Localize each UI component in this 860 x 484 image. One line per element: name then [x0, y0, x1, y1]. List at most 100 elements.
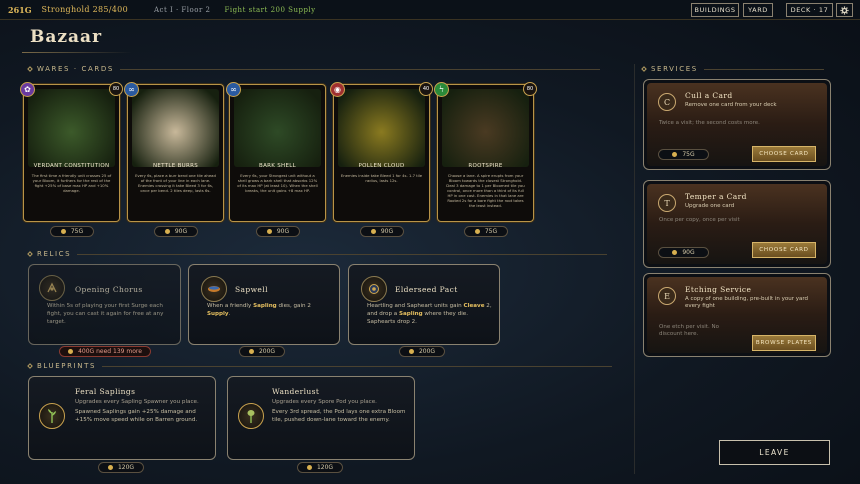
gear-icon[interactable] [836, 3, 853, 17]
coin-icon [306, 465, 312, 470]
wares-section-header: WARES · CARDS [27, 65, 600, 73]
blueprint-desc: Spawned Saplings gain +25% damage and +1… [75, 409, 198, 423]
section-rule [119, 68, 600, 70]
card-price: 75G [50, 226, 94, 237]
relics-section-header: RELICS [27, 250, 608, 258]
choose-card-button[interactable]: CHOOSE CARD [752, 242, 816, 258]
relic-desc: When a friendly Sapling dies, gain 2 Sup… [207, 303, 311, 317]
blueprint-desc: Every 3rd spread, the Pod lays one extra… [272, 409, 406, 423]
card-name: POLLEN CLOUD [358, 163, 405, 169]
relic-name: Opening Chorus [75, 285, 143, 294]
relic-price: 400G need 139 more [59, 346, 151, 357]
buildings-button[interactable]: BUILDINGS [691, 3, 739, 17]
coin-icon [60, 229, 66, 234]
card-name: ROOTSPIRE [468, 163, 503, 169]
leave-button[interactable]: LEAVE [719, 440, 830, 465]
coin-icon [474, 229, 480, 234]
blueprints-label: BLUEPRINTS [37, 362, 97, 370]
yard-button[interactable]: YARD [743, 3, 773, 17]
services-label: SERVICES [651, 65, 698, 73]
relic-desc: Within 5s of playing your first Surge ea… [47, 303, 164, 325]
chorus-icon [39, 275, 65, 301]
card-art [132, 89, 219, 167]
card[interactable]: VERDANT CONSTITUTION The first time a fri… [20, 82, 123, 222]
relic-desc: Heartling and Sapheart units gain Cleave… [367, 303, 492, 325]
stronghold-hp: Stronghold 285/400 [41, 5, 128, 14]
service-desc: A copy of one building, pre-built in you… [685, 296, 809, 309]
act-floor: Act I · Floor 2 [153, 5, 211, 14]
service-title: Cull a Card [685, 91, 733, 100]
card-cost: 80 [109, 82, 123, 96]
wares-label: WARES · CARDS [37, 65, 114, 73]
blueprints-section-header: BLUEPRINTS [27, 362, 613, 370]
service-etching: E Etching Service A copy of one building… [643, 273, 831, 357]
column-divider [634, 64, 635, 474]
card-desc: Every 6s, your Strongest unit without a … [237, 173, 318, 193]
card-desc: Every 6s, place a burr bend one tile ahe… [135, 173, 216, 193]
diamond-icon [27, 363, 33, 369]
section-rule [703, 68, 824, 70]
card-price: 75G [464, 226, 508, 237]
diamond-icon [27, 66, 33, 72]
relic-elderseed-pact[interactable]: Elderseed Pact Heartling and Sapheart un… [348, 264, 500, 345]
relic-name: Sapwell [235, 285, 268, 294]
blueprint-wanderlust[interactable]: Wanderlust Upgrades every Spore Pod you … [227, 376, 415, 460]
relic-sapwell[interactable]: Sapwell When a friendly Sapling dies, ga… [188, 264, 340, 345]
coin-icon [408, 349, 414, 354]
card-art [442, 89, 529, 167]
service-note: One etch per visit. No discount here. [659, 324, 719, 337]
card-art [28, 89, 115, 167]
relics-label: RELICS [37, 250, 72, 258]
growth-icon: ✿ [20, 82, 35, 97]
relic-price: 200G [399, 346, 445, 357]
relic-name: Elderseed Pact [395, 285, 458, 294]
section-rule [102, 365, 613, 367]
blueprint-subtitle: Upgrades every Spore Pod you place. [272, 399, 377, 405]
coin-icon [107, 465, 113, 470]
blueprint-subtitle: Upgrades every Sapling Spawner you place… [75, 399, 199, 405]
card-desc: The first time a friendly unit crosses 2… [31, 173, 112, 193]
link-icon: ∞ [226, 82, 241, 97]
target-icon: ◉ [330, 82, 345, 97]
blueprint-feral-saplings[interactable]: Feral Saplings Upgrades every Sapling Sp… [28, 376, 216, 460]
coin-icon [672, 250, 678, 255]
sapling-icon [39, 403, 65, 429]
card-desc: Choose a lane. A spire erupts from your … [446, 173, 525, 208]
coin-icon [370, 229, 376, 234]
title-divider [22, 52, 132, 53]
blueprint-price: 120G [98, 462, 144, 473]
card[interactable]: ROOTSPIRE Choose a lane. A spire erupts f… [434, 82, 537, 222]
blueprint-name: Wanderlust [272, 387, 320, 396]
service-letter-badge: T [658, 194, 676, 212]
card-name: VERDANT CONSTITUTION [33, 163, 110, 169]
card-price: 90G [256, 226, 300, 237]
relic-price: 200G [239, 346, 285, 357]
browse-plates-button[interactable]: BROWSE PLATES [752, 335, 816, 351]
section-rule [77, 253, 608, 255]
coin-icon [68, 349, 74, 354]
card-name: BARK SHELL [259, 163, 296, 169]
service-note: Twice a visit; the second costs more. [659, 120, 760, 126]
coin-icon [164, 229, 170, 234]
card[interactable]: NETTLE BURRS Every 6s, place a burr bend … [124, 82, 224, 222]
service-letter-badge: E [658, 287, 676, 305]
service-title: Etching Service [685, 285, 752, 294]
keyword: Sapling [399, 311, 423, 317]
seed-icon [361, 276, 387, 302]
card-price: 90G [154, 226, 198, 237]
service-cull-card: C Cull a Card Remove one card from your … [643, 79, 831, 170]
card[interactable]: BARK SHELL Every 6s, your Strongest unit … [226, 82, 326, 222]
bolt-icon: ϟ [434, 82, 449, 97]
coin-icon [266, 229, 272, 234]
deck-button[interactable]: DECK · 17 [786, 3, 833, 17]
card[interactable]: POLLEN CLOUD Enemies inside take Bleed 1 … [330, 82, 433, 222]
diamond-icon [641, 66, 647, 72]
service-letter-badge: C [658, 93, 676, 111]
coin-icon [248, 349, 254, 354]
relic-opening-chorus[interactable]: Opening Chorus Within 5s of playing your… [28, 264, 181, 345]
choose-card-button[interactable]: CHOOSE CARD [752, 146, 816, 162]
blueprint-price: 120G [297, 462, 343, 473]
service-temper-card: T Temper a Card Upgrade one card Once pe… [643, 180, 831, 268]
service-price: 90G [658, 247, 709, 258]
keyword: Supply [207, 311, 229, 317]
